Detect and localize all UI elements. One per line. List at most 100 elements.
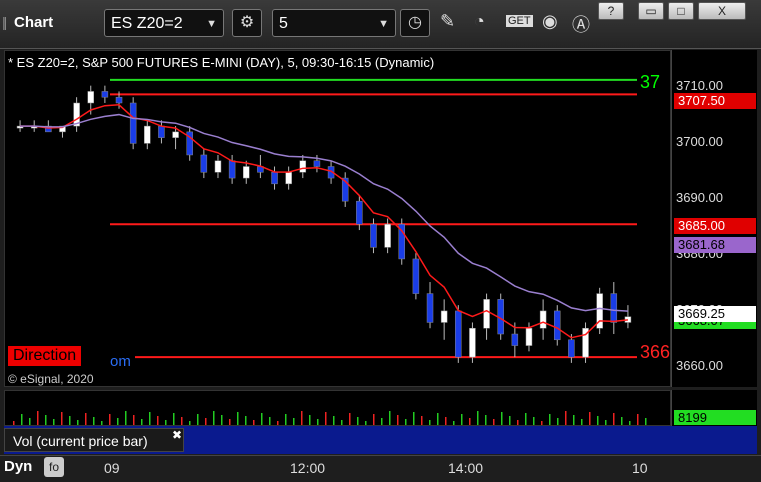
interval-input[interactable]: 5 ▼ — [272, 9, 396, 37]
candle-body — [568, 339, 575, 358]
lock-icon[interactable]: fo — [44, 457, 64, 477]
candle-body — [129, 102, 137, 144]
candle-body — [158, 125, 165, 138]
volume-bar — [637, 414, 639, 425]
volume-bar — [109, 414, 111, 425]
volume-bar — [429, 420, 431, 425]
volume-bar — [85, 413, 87, 425]
volume-bar — [53, 419, 55, 425]
volume-bar — [37, 411, 39, 425]
volume-bar — [421, 416, 423, 425]
volume-bar — [453, 421, 455, 425]
drag-grip[interactable]: || — [2, 14, 7, 30]
volume-bar — [117, 418, 119, 425]
volume-bar — [253, 420, 255, 425]
volume-bar — [125, 411, 127, 425]
candle-body — [172, 131, 179, 138]
copyright: © eSignal, 2020 — [8, 372, 94, 386]
candle-body — [525, 327, 533, 346]
x-tick: 14:00 — [448, 460, 484, 476]
volume-bar — [77, 420, 79, 425]
candle-body — [87, 91, 94, 104]
volume-bar — [149, 412, 151, 425]
candle-body — [483, 299, 490, 329]
volume-bar — [485, 415, 487, 425]
volume-bar — [509, 416, 511, 425]
play-icon[interactable]: ◉ — [542, 11, 558, 32]
volume-bar — [333, 416, 335, 425]
candle-body — [370, 224, 377, 248]
volume-bar — [205, 418, 207, 425]
volume-label[interactable]: Vol (current price bar) — [4, 428, 184, 452]
volume-bar — [165, 420, 167, 425]
volume-bar — [301, 411, 303, 425]
pencil-icon[interactable]: ✎ — [440, 11, 455, 32]
volume-bar — [69, 416, 71, 425]
candle-body — [455, 310, 462, 358]
candle-body — [610, 293, 618, 323]
clock-icon[interactable]: ◷ — [400, 9, 430, 37]
symbol-input[interactable]: ES Z20=2 ▼ — [104, 9, 224, 37]
volume-bar — [269, 417, 271, 425]
volume-bar — [277, 421, 279, 425]
right-label-green: 37 — [640, 72, 661, 92]
volume-bar — [437, 413, 439, 425]
volume-axis[interactable]: 8199 — [671, 390, 757, 426]
minimize-button[interactable]: ▭ — [638, 2, 664, 20]
volume-bar — [213, 411, 215, 425]
y-tick: 3690.00 — [676, 190, 723, 205]
close-button[interactable]: X — [698, 2, 746, 20]
candle-body — [554, 310, 561, 341]
volume-bar — [397, 415, 399, 425]
direction-suffix: om — [110, 353, 131, 370]
dynamic-label[interactable]: Dyn — [4, 458, 32, 475]
candle-body — [511, 333, 519, 346]
toolbar: || Chart ES Z20=2 ▼ ⚙ 5 ▼ ◷ ✎ ◔ GET ◉ Ⓐ ? … — [0, 0, 761, 49]
volume-bar — [525, 413, 527, 425]
volume-tag: 8199 — [674, 410, 756, 425]
volume-bar — [461, 414, 463, 425]
candle-body — [356, 200, 363, 225]
direction-label[interactable]: Direction — [8, 346, 82, 366]
get-icon[interactable]: GET — [506, 15, 533, 27]
x-tick: 09 — [104, 460, 120, 476]
candle-body — [144, 125, 151, 144]
volume-chart — [13, 411, 647, 425]
volume-bar — [309, 415, 311, 425]
price-tag-purple: 3681.68 — [674, 237, 756, 253]
price-pane[interactable] — [4, 50, 671, 387]
candle-body — [440, 310, 448, 323]
volume-bar — [197, 414, 199, 425]
chevron-down-icon[interactable]: ▼ — [378, 10, 389, 38]
help-button[interactable]: ? — [598, 2, 624, 20]
close-icon[interactable]: ✖ — [172, 428, 182, 442]
volume-bar — [317, 419, 319, 425]
gear-icon[interactable]: ⚙ — [232, 9, 262, 37]
interval-value: 5 — [279, 15, 288, 32]
volume-bar — [517, 420, 519, 425]
volume-bar — [557, 418, 559, 425]
right-label-red: 366 — [640, 342, 671, 362]
volume-bar — [261, 413, 263, 425]
volume-bar — [621, 417, 623, 425]
x-tick: 10 — [632, 460, 648, 476]
chevron-down-icon[interactable]: ▼ — [206, 10, 217, 38]
candle-body — [200, 154, 208, 173]
candle-body — [271, 172, 278, 185]
alert-icon[interactable]: Ⓐ — [572, 11, 590, 37]
candle-body — [313, 160, 321, 167]
volume-bar — [389, 411, 391, 425]
time-axis[interactable]: 09 12:00 14:00 10 — [0, 455, 761, 482]
volume-bar — [245, 416, 247, 425]
volume-bar — [373, 414, 375, 425]
volume-bar — [357, 417, 359, 425]
studies-icon[interactable]: ◔ — [474, 11, 485, 32]
volume-bar — [61, 412, 63, 425]
price-chart[interactable] — [5, 51, 670, 386]
maximize-button[interactable]: □ — [668, 2, 694, 20]
volume-bar — [405, 419, 407, 425]
volume-pane[interactable] — [4, 390, 671, 426]
volume-bar — [293, 418, 295, 425]
y-tick: 3710.00 — [676, 78, 723, 93]
volume-bar — [581, 419, 583, 425]
